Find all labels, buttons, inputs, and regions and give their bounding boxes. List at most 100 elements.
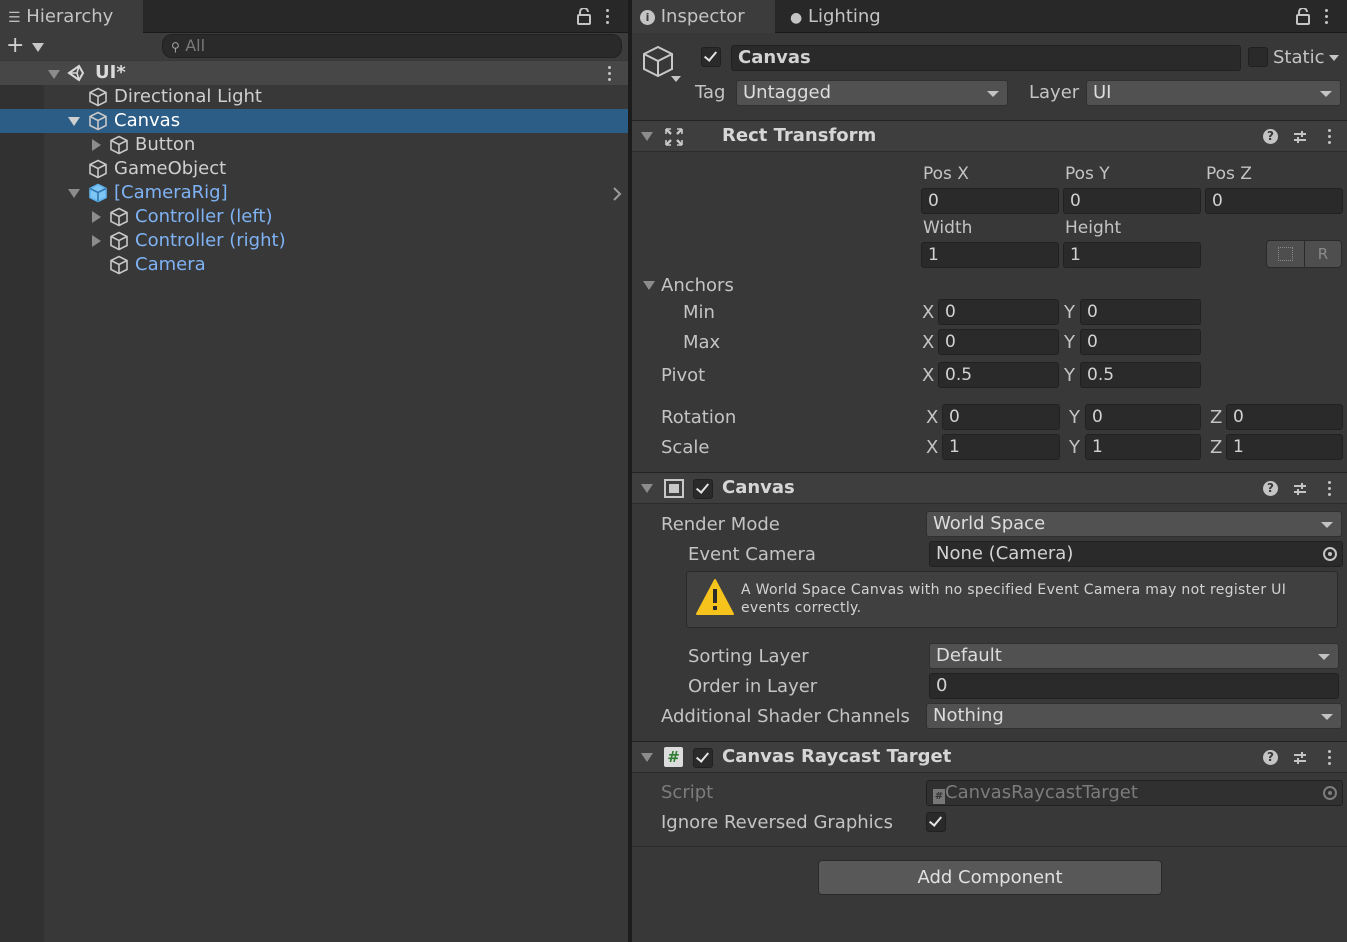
shader-channels-dropdown[interactable]: Nothing [926, 703, 1342, 729]
anchors-label[interactable]: Anchors [661, 275, 734, 296]
collapse-arrow-icon[interactable] [92, 139, 101, 151]
canvas-enabled-checkbox[interactable] [693, 479, 713, 499]
raycast-enabled-checkbox[interactable] [693, 748, 713, 768]
rotation-x-field[interactable]: 0 [942, 404, 1060, 430]
rect-transform-icon [665, 128, 683, 146]
hierarchy-item-controller-left[interactable]: Controller (left) [0, 205, 628, 229]
lock-icon[interactable] [1296, 8, 1310, 25]
static-dropdown-arrow[interactable] [1329, 55, 1339, 61]
scale-z-field[interactable]: 1 [1226, 434, 1343, 460]
collapse-arrow-icon[interactable] [641, 132, 653, 141]
prefab-icon [110, 207, 128, 227]
pos-z-field[interactable]: 0 [1205, 188, 1343, 214]
raycast-target-header[interactable]: # Canvas Raycast Target ? [632, 741, 1347, 773]
static-checkbox[interactable] [1248, 47, 1268, 67]
tab-lighting[interactable]: ● Lighting [782, 0, 922, 33]
hierarchy-item-gameobject[interactable]: GameObject [0, 157, 628, 181]
event-camera-label: Event Camera [688, 544, 816, 565]
scale-y-field[interactable]: 1 [1085, 434, 1201, 460]
lock-icon[interactable] [577, 8, 591, 25]
help-icon[interactable]: ? [1263, 129, 1278, 144]
script-file-icon: # [933, 789, 945, 804]
sorting-layer-dropdown[interactable]: Default [929, 643, 1339, 669]
active-checkbox[interactable] [701, 47, 721, 67]
hierarchy-item-camerarig[interactable]: [CameraRig] [0, 181, 628, 205]
expand-arrow-icon[interactable] [68, 189, 80, 198]
hierarchy-item-directional-light[interactable]: Directional Light [0, 85, 628, 109]
object-picker-icon[interactable] [1323, 547, 1337, 561]
chevron-down-icon [1321, 714, 1333, 720]
max-y-label: Y [1064, 332, 1075, 353]
rot-z-label: Z [1210, 407, 1223, 428]
anchor-max-x-field[interactable]: 0 [938, 329, 1059, 355]
scene-header[interactable]: UI* [0, 61, 628, 85]
scale-x-field[interactable]: 1 [942, 434, 1060, 460]
inspector-menu-icon[interactable] [1325, 9, 1329, 25]
order-in-layer-field[interactable]: 0 [929, 673, 1339, 699]
ignore-reversed-checkbox[interactable] [926, 812, 946, 832]
height-field[interactable]: 1 [1063, 242, 1201, 268]
collapse-arrow-icon[interactable] [48, 70, 60, 79]
anchor-min-y-field[interactable]: 0 [1080, 299, 1201, 325]
scene-menu-icon[interactable] [608, 66, 612, 82]
hierarchy-menu-icon[interactable] [606, 9, 610, 25]
preset-icon[interactable] [1292, 129, 1308, 145]
object-name-field[interactable]: Canvas [731, 45, 1241, 71]
component-menu-icon[interactable] [1328, 481, 1332, 497]
preset-icon[interactable] [1292, 481, 1308, 497]
rect-transform-header[interactable]: Rect Transform ? [632, 120, 1347, 152]
tag-dropdown[interactable]: Untagged [736, 80, 1008, 106]
rotation-z-field[interactable]: 0 [1226, 404, 1343, 430]
hierarchy-item-canvas[interactable]: Canvas [0, 109, 628, 133]
chevron-down-icon[interactable] [32, 43, 44, 52]
width-field[interactable]: 1 [921, 242, 1059, 268]
collapse-arrow-icon[interactable] [92, 235, 101, 247]
scale-y-label: Y [1069, 437, 1080, 458]
blueprint-icon [1278, 247, 1293, 261]
hierarchy-item-button[interactable]: Button [0, 133, 628, 157]
preset-icon[interactable] [1292, 750, 1308, 766]
script-label: Script [661, 782, 714, 803]
collapse-arrow-icon[interactable] [92, 211, 101, 223]
collapse-arrow-icon[interactable] [641, 484, 653, 493]
pivot-y-field[interactable]: 0.5 [1080, 362, 1201, 388]
help-icon[interactable]: ? [1263, 481, 1278, 496]
render-mode-dropdown[interactable]: World Space [926, 511, 1342, 537]
blueprint-mode-button[interactable] [1267, 241, 1305, 267]
event-camera-field[interactable]: None (Camera) [929, 541, 1343, 567]
collapse-arrow-icon[interactable] [641, 753, 653, 762]
rect-transform-title: Rect Transform [722, 125, 877, 146]
add-component-button[interactable]: Add Component [818, 860, 1162, 895]
anchor-min-x-field[interactable]: 0 [938, 299, 1059, 325]
help-icon[interactable]: ? [1263, 750, 1278, 765]
chevron-right-icon[interactable] [612, 187, 622, 201]
icon-dropdown-arrow[interactable] [671, 76, 681, 82]
raw-edit-button[interactable]: R [1305, 243, 1341, 265]
tag-label: Tag [695, 82, 726, 103]
component-menu-icon[interactable] [1328, 750, 1332, 766]
static-label[interactable]: Static [1273, 47, 1324, 68]
hierarchy-search-input[interactable]: ⚲ All [162, 34, 622, 58]
anchor-max-y-field[interactable]: 0 [1080, 329, 1201, 355]
add-object-button[interactable]: + [6, 35, 24, 57]
gameobject-icon [89, 111, 107, 131]
pivot-x-field[interactable]: 0.5 [938, 362, 1059, 388]
tab-inspector[interactable]: i Inspector [632, 0, 775, 33]
prefab-icon [110, 255, 128, 275]
canvas-component-header[interactable]: Canvas ? [632, 472, 1347, 504]
hierarchy-item-label: Controller (left) [135, 206, 273, 227]
component-menu-icon[interactable] [1328, 129, 1332, 145]
anchors-foldout-icon[interactable] [643, 281, 655, 290]
hierarchy-item-controller-right[interactable]: Controller (right) [0, 229, 628, 253]
expand-arrow-icon[interactable] [68, 117, 80, 126]
pivot-y-label: Y [1064, 365, 1075, 386]
pos-y-field[interactable]: 0 [1063, 188, 1201, 214]
warning-box: A World Space Canvas with no specified E… [686, 571, 1338, 628]
hierarchy-item-label: Directional Light [114, 86, 262, 107]
rotation-y-field[interactable]: 0 [1085, 404, 1201, 430]
tab-hierarchy[interactable]: ☰ Hierarchy [0, 0, 143, 33]
pos-x-field[interactable]: 0 [921, 188, 1059, 214]
hierarchy-item-camera[interactable]: Camera [0, 253, 628, 277]
chevron-down-icon [1318, 654, 1330, 660]
layer-dropdown[interactable]: UI [1086, 80, 1341, 106]
